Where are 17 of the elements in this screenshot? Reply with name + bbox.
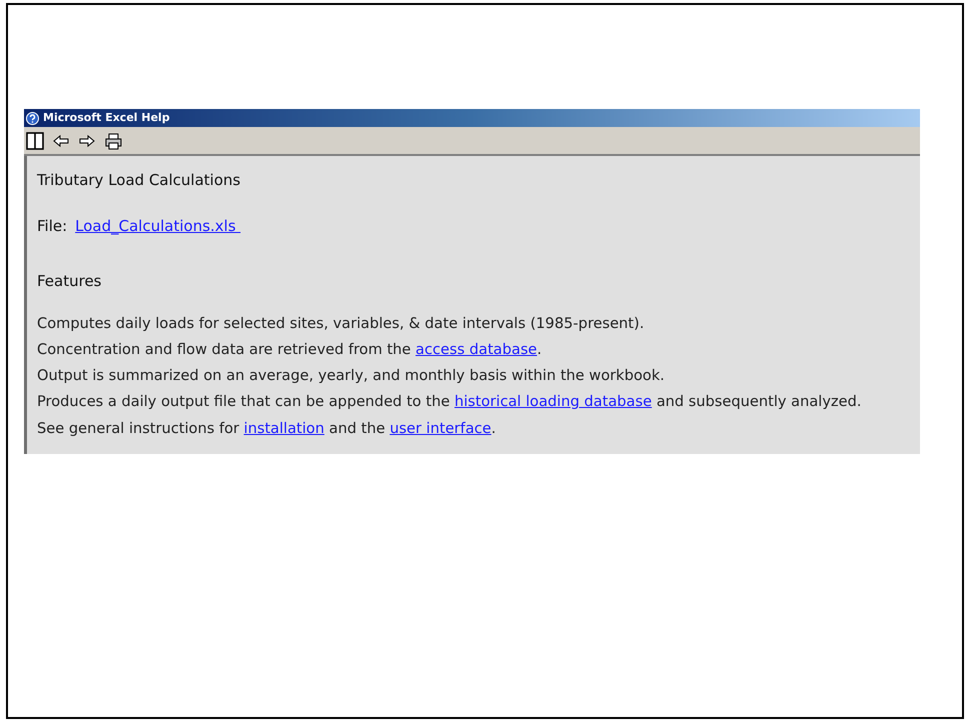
file-label: File: [37, 216, 68, 236]
feature-sentence: Output is summarized on an average, yearly, and monthly basis within the workbook. [37, 366, 666, 386]
feature-sentence: Produces a daily output file that can be appended to the historical loading database and subsequently analyzed. [37, 392, 862, 412]
help-link[interactable]: user interface [390, 420, 492, 437]
help-link[interactable]: installation [244, 420, 324, 437]
section-heading: Features [37, 271, 102, 292]
help-link[interactable]: access database [416, 340, 538, 358]
help-link[interactable]: historical loading database [454, 393, 652, 410]
feature-sentence: Computes daily loads for selected sites, variables, & date intervals (1985-present). [37, 314, 646, 334]
pane-icon[interactable] [26, 132, 44, 150]
window-title: Microsoft Excel Help [43, 110, 170, 126]
feature-sentence: Concentration and flow data are retrieved from the access database. [37, 340, 543, 360]
file-link[interactable]: Load_Calculations.xls [75, 214, 241, 237]
help-icon [26, 112, 39, 124]
page-heading: Tributary Load Calculations [37, 170, 242, 191]
printer-icon[interactable] [104, 132, 122, 150]
feature-sentence: See general instructions for installation and the user interface. [37, 418, 497, 439]
